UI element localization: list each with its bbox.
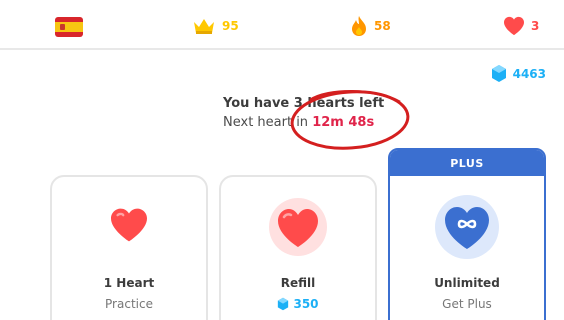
gem-balance: 4463 (491, 64, 546, 83)
unlimited-card[interactable]: PLUS Unlimited Get Plus (388, 148, 546, 320)
card-subtitle: Practice (105, 297, 153, 311)
top-status-bar: 95 58 3 (0, 0, 564, 50)
refill-card[interactable]: Refill 350 (219, 175, 377, 320)
card-title: Refill (280, 276, 316, 290)
card-title: Unlimited (434, 276, 500, 290)
infinity-heart-icon (435, 195, 499, 259)
flame-icon (352, 16, 366, 36)
gem-icon (278, 297, 289, 311)
streak-stat[interactable]: 58 (350, 15, 391, 37)
heart-icon (504, 16, 524, 36)
card-price: 350 (221, 297, 375, 311)
card-title: 1 Heart (103, 276, 155, 290)
gem-count: 4463 (512, 66, 546, 81)
refill-price: 350 (293, 297, 319, 311)
red-circle-annotation (290, 90, 410, 150)
hearts-count: 3 (531, 19, 540, 33)
plus-badge: PLUS (390, 150, 544, 176)
heart-icon (111, 208, 147, 242)
streak-count: 58 (374, 19, 391, 33)
hearts-stat[interactable]: 3 (503, 15, 539, 37)
spain-flag-icon[interactable] (55, 17, 83, 37)
crowns-stat[interactable]: 95 (192, 15, 239, 37)
crowns-count: 95 (222, 19, 239, 33)
one-heart-card[interactable]: 1 Heart Practice (50, 175, 208, 320)
gem-icon (491, 65, 506, 82)
card-subtitle: Get Plus (442, 297, 492, 311)
heart-glow-icon (269, 198, 327, 256)
crown-icon (194, 19, 214, 34)
